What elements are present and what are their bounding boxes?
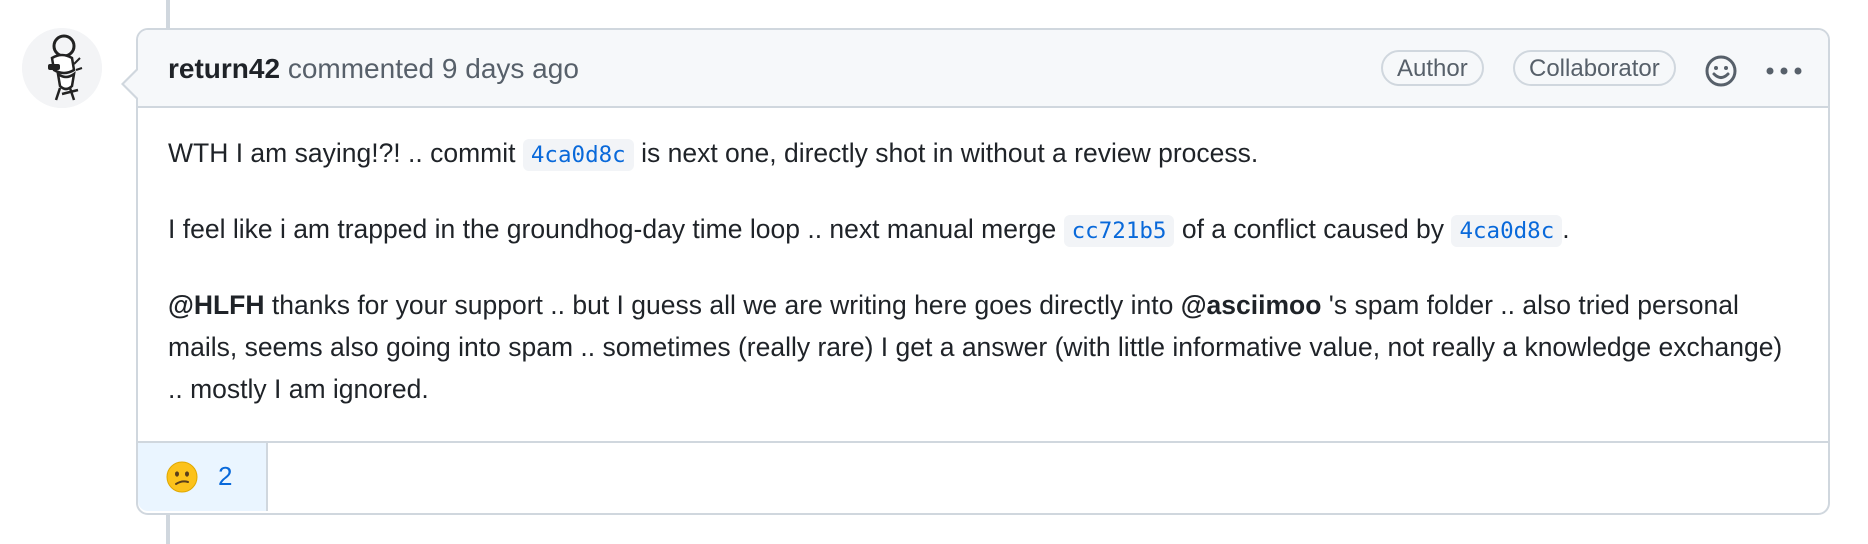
author-label: Author [1381,50,1484,86]
comment-header: return42 commented 9 days ago Author Col… [138,30,1828,108]
author-link[interactable]: return42 [168,53,280,84]
comment-timestamp[interactable]: 9 days ago [442,53,579,84]
commit-sha-link[interactable]: 4ca0d8c [522,139,634,171]
comment-action: commented [287,53,435,84]
p1-text-post: is next one, directly shot in without a … [641,138,1259,168]
reaction-count: 2 [218,461,233,491]
p2-text-post: . [1562,214,1570,244]
reactions-bar: 2 [138,441,1828,513]
user-mention-link[interactable]: @HLFH [168,290,265,320]
p1-text-pre: WTH I am saying!?! .. commit [168,138,516,168]
p3-text-1: thanks for your support .. but I guess a… [271,290,1174,320]
comment-paragraph-1: WTH I am saying!?! .. commit 4ca0d8c is … [168,132,1798,176]
commit-sha-link[interactable]: 4ca0d8c [1451,215,1563,247]
p2-text-mid: of a conflict caused by [1181,214,1445,244]
more-options-button[interactable] [1762,52,1806,90]
comment-body: WTH I am saying!?! .. commit 4ca0d8c is … [138,108,1828,410]
collaborator-label: Collaborator [1513,50,1676,86]
commit-sha-link[interactable]: cc721b5 [1063,215,1175,247]
avatar[interactable] [22,28,102,108]
smiley-icon [1705,55,1737,87]
reaction-confused-button[interactable]: 2 [138,443,268,511]
comment-paragraph-2: I feel like i am trapped in the groundho… [168,208,1798,252]
user-mention-link[interactable]: @asciimoo [1181,290,1322,320]
add-reaction-button[interactable] [1702,52,1740,90]
comment-arrow-inner [124,70,138,98]
confused-face-icon [166,461,198,493]
comment-box: return42 commented 9 days ago Author Col… [121,28,1830,515]
kebab-horizontal-icon [1766,67,1802,75]
octocat-avatar-icon [22,28,102,108]
comment-paragraph-3: @HLFH thanks for your support .. but I g… [168,284,1798,410]
p2-text-pre: I feel like i am trapped in the groundho… [168,214,1057,244]
comment-header-text: return42 commented 9 days ago [168,52,579,86]
